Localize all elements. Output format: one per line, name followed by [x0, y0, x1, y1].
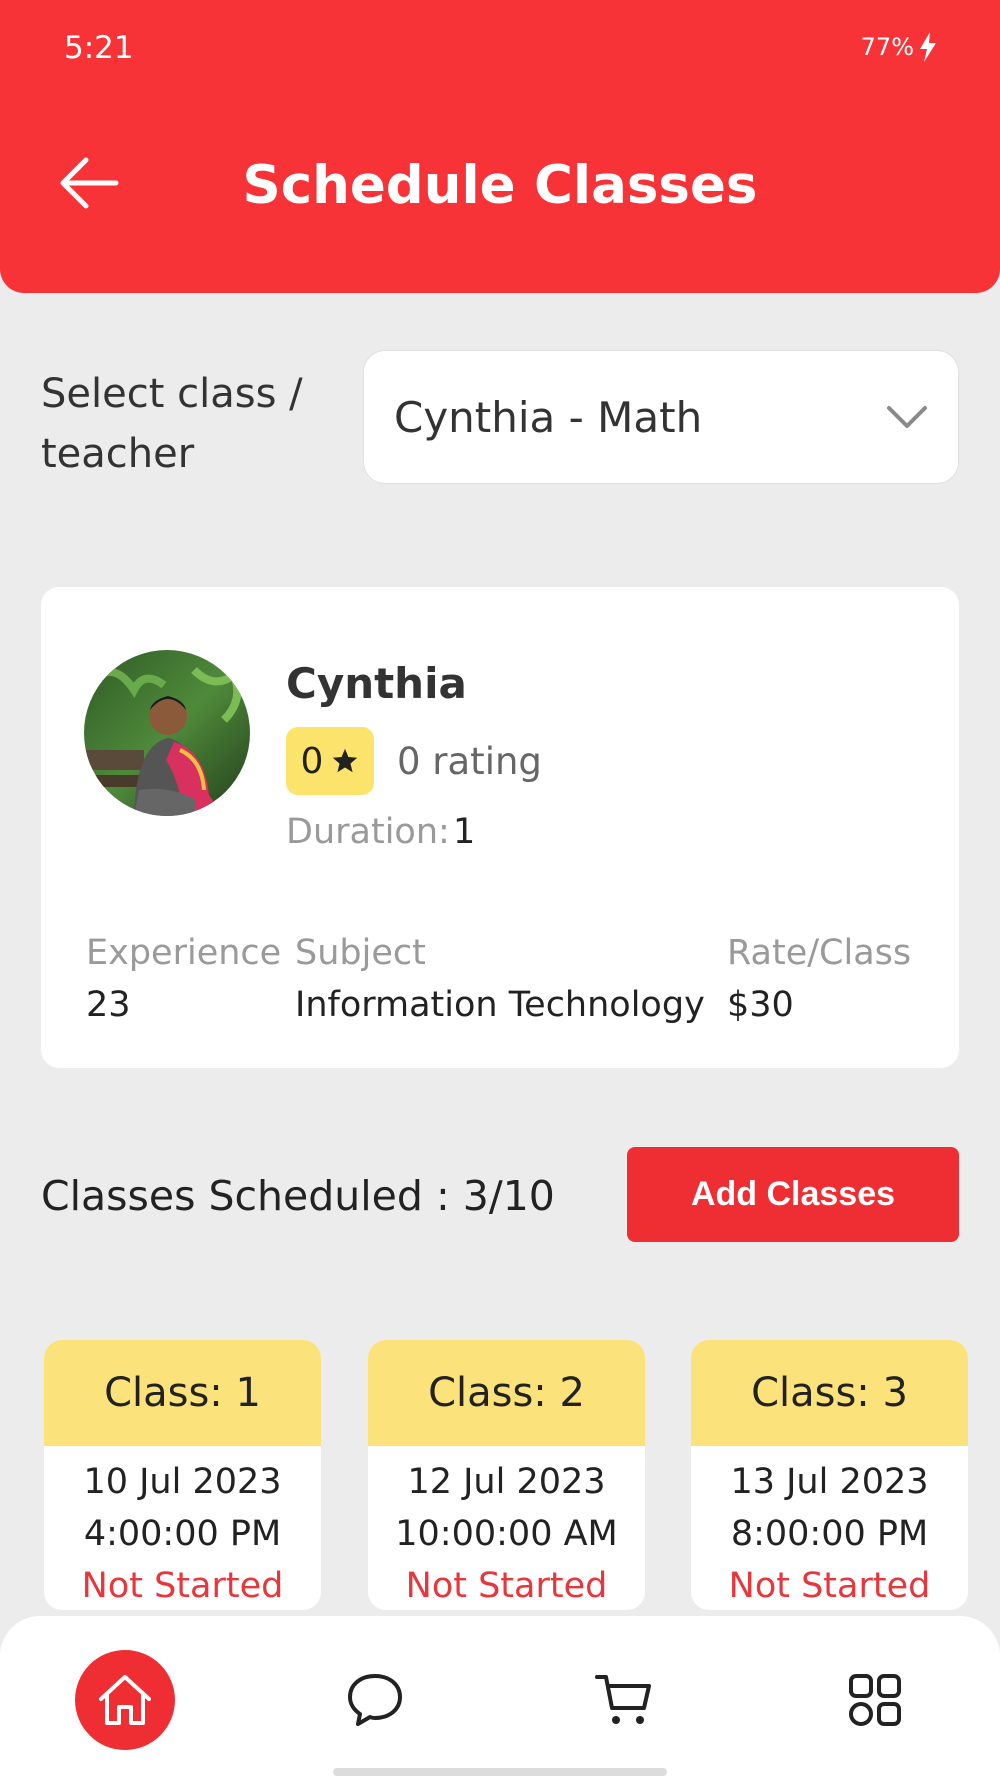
class-title: Class: 2: [368, 1340, 645, 1446]
home-indicator: [333, 1768, 667, 1776]
nav-cart-button[interactable]: [574, 1650, 674, 1750]
class-status: Not Started: [405, 1566, 608, 1606]
class-card-3[interactable]: Class: 3 13 Jul 2023 8:00:00 PM Not Star…: [691, 1340, 968, 1610]
class-title: Class: 1: [44, 1340, 321, 1446]
duration-value: 1: [453, 812, 476, 852]
class-status: Not Started: [728, 1566, 931, 1606]
subject-stat: Subject Information Technology: [295, 927, 705, 1031]
rate-stat: Rate/Class $30: [727, 927, 911, 1031]
class-title: Class: 3: [691, 1340, 968, 1446]
teacher-card: Cynthia 0 0 rating Duration: 1 Experienc…: [41, 587, 959, 1068]
dropdown-value: Cynthia - Math: [394, 392, 703, 442]
grid-icon: [849, 1674, 901, 1726]
subject-label: Subject: [295, 933, 426, 973]
page-title: Schedule Classes: [242, 155, 758, 216]
teacher-name: Cynthia: [286, 659, 467, 708]
experience-label: Experience: [86, 933, 282, 973]
rate-label: Rate/Class: [727, 933, 912, 973]
classes-scheduled-count: Classes Scheduled : 3/10: [41, 1172, 555, 1220]
charging-icon: [920, 32, 936, 62]
class-teacher-dropdown[interactable]: Cynthia - Math: [363, 350, 959, 484]
duration-label: Duration:: [286, 812, 450, 852]
battery-text: 77%: [860, 33, 914, 61]
class-time: 8:00:00 PM: [730, 1514, 929, 1554]
class-date: 10 Jul 2023: [83, 1462, 282, 1502]
teacher-avatar: [84, 650, 250, 816]
home-icon: [99, 1675, 151, 1725]
experience-stat: Experience 23: [86, 927, 281, 1031]
rating-value: 0: [300, 740, 324, 782]
rating-badge: 0: [286, 727, 374, 795]
subject-value: Information Technology: [295, 985, 705, 1025]
class-status: Not Started: [81, 1566, 284, 1606]
class-time: 4:00:00 PM: [83, 1514, 282, 1554]
select-class-label: Select class / teacher: [41, 371, 303, 477]
rating-count: 0 rating: [397, 740, 542, 783]
chat-icon: [348, 1674, 402, 1726]
class-date: 12 Jul 2023: [407, 1462, 606, 1502]
star-icon: [333, 748, 358, 773]
status-time: 5:21: [64, 30, 134, 66]
bottom-navigation: [0, 1616, 1000, 1778]
class-card-1[interactable]: Class: 1 10 Jul 2023 4:00:00 PM Not Star…: [44, 1340, 321, 1610]
add-classes-button[interactable]: Add Classes: [627, 1147, 959, 1242]
experience-value: 23: [86, 985, 131, 1025]
rate-value: $30: [727, 985, 794, 1025]
chevron-down-icon: [887, 406, 927, 428]
class-time: 10:00:00 AM: [395, 1514, 618, 1554]
nav-chat-button[interactable]: [325, 1650, 425, 1750]
status-right: 77%: [861, 32, 938, 62]
nav-menu-button[interactable]: [825, 1650, 925, 1750]
app-header: 5:21 77% Schedule Classes: [0, 0, 1000, 293]
class-date: 13 Jul 2023: [730, 1462, 929, 1502]
nav-home-button[interactable]: [75, 1650, 175, 1750]
cart-icon: [595, 1675, 651, 1724]
class-card-2[interactable]: Class: 2 12 Jul 2023 10:00:00 AM Not Sta…: [368, 1340, 645, 1610]
